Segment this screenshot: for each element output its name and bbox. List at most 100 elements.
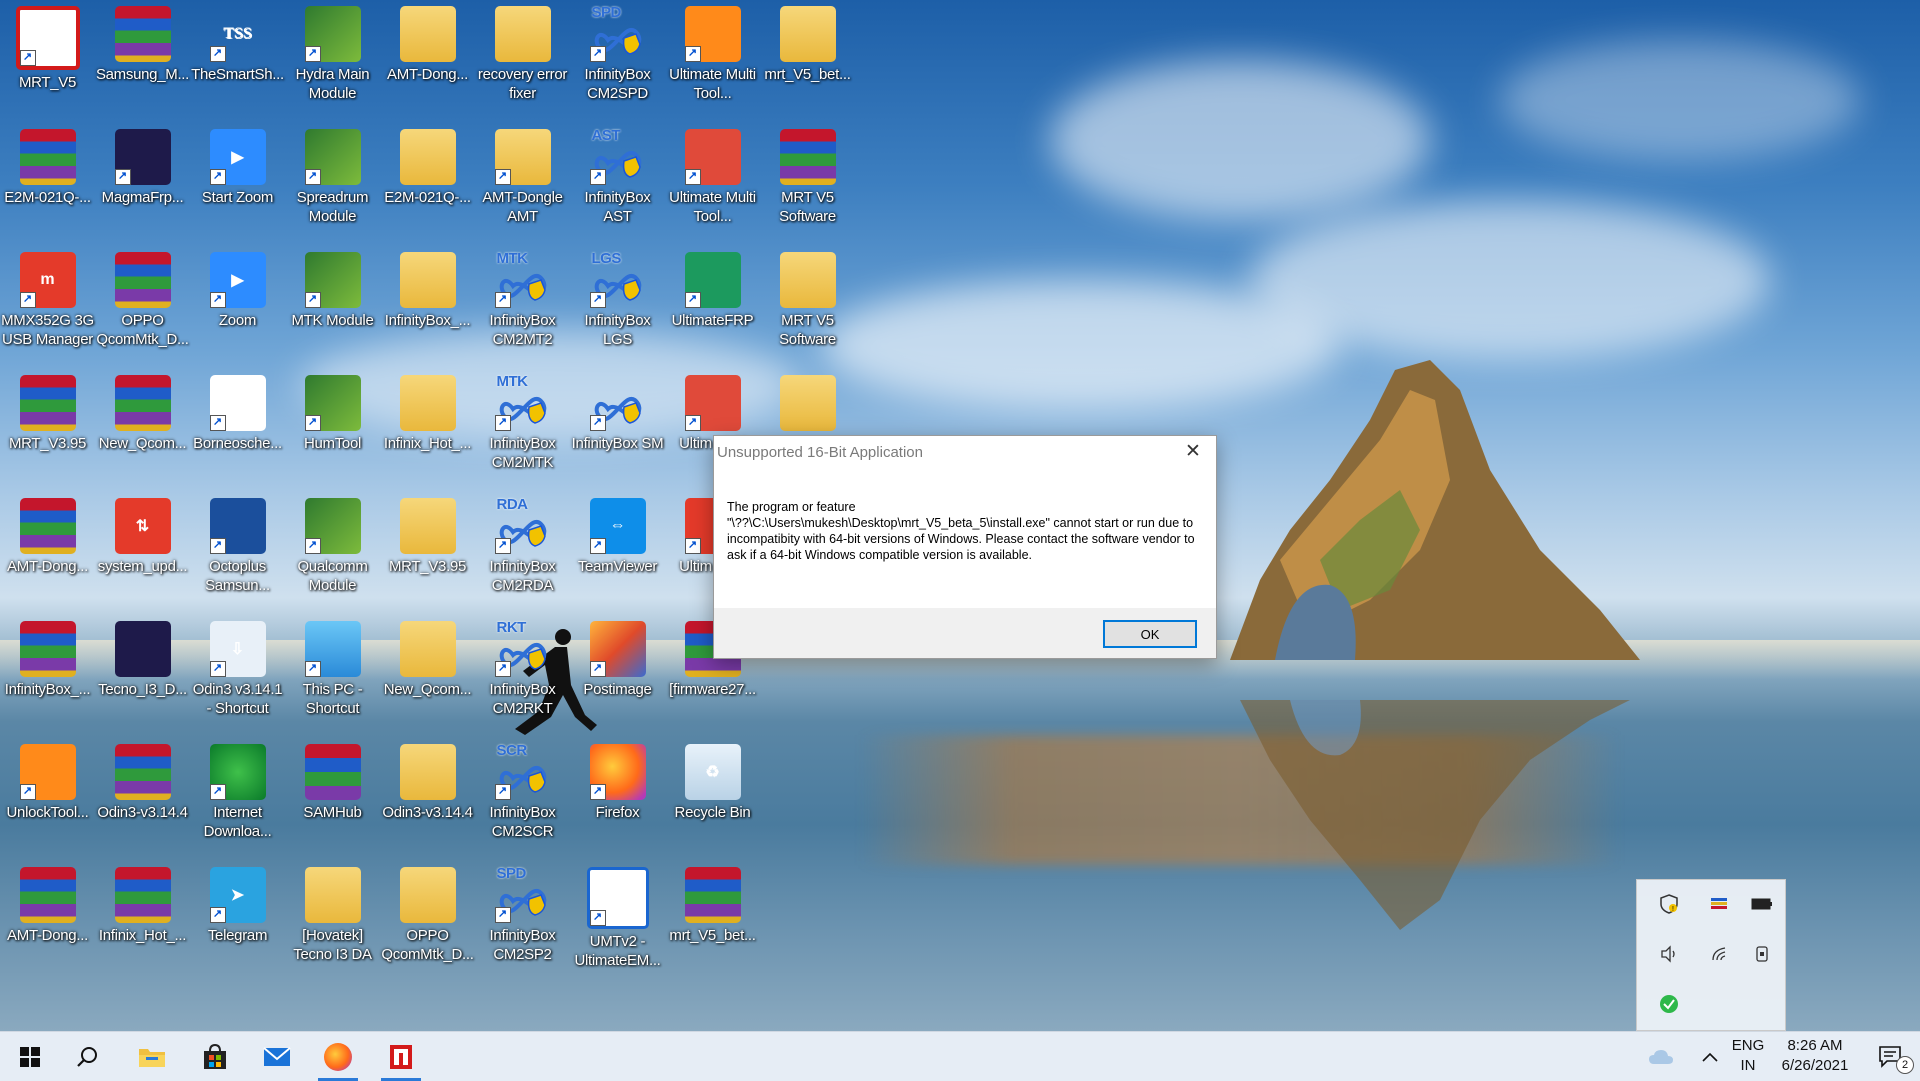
desktop-icon-infinitybox-folder[interactable]: InfinityBox_...: [380, 246, 475, 364]
language-indicator[interactable]: ENG IN: [1728, 1036, 1768, 1076]
desktop-icon-mrt-v395-1[interactable]: MRT_V3.95: [0, 369, 95, 487]
desktop-icon-infinix-hot-1[interactable]: Infinix_Hot_...: [380, 369, 475, 487]
desktop-icon-oppo-qcommtk-2[interactable]: OPPO QcomMtk_D...: [380, 861, 475, 979]
desktop-icon-new-qcom-1[interactable]: New_Qcom...: [95, 369, 190, 487]
desktop-icon-idm[interactable]: ↗ Internet Downloa...: [190, 738, 285, 856]
wifi-icon[interactable]: [1707, 942, 1731, 966]
search-button[interactable]: [58, 1032, 118, 1081]
rock-reflection: [1240, 700, 1630, 930]
desktop-icon-recovery-error[interactable]: recovery error fixer: [475, 0, 570, 118]
desktop-icon-amt-dong-2[interactable]: AMT-Dong...: [0, 492, 95, 610]
desktop-icon-amt-dongle-amt[interactable]: ↗ AMT-Dongle AMT: [475, 123, 570, 241]
desktop-icon-new-qcom-2[interactable]: New_Qcom...: [380, 615, 475, 733]
desktop-icon-e2m-021q-1[interactable]: E2M-021Q-...: [0, 123, 95, 241]
taskbar-firefox[interactable]: [308, 1032, 368, 1081]
ultimate-multi-2-icon: ↗: [684, 129, 741, 185]
green-check-icon[interactable]: [1657, 992, 1681, 1016]
desktop-icon-recycle-bin[interactable]: ♻ Recycle Bin: [665, 738, 760, 856]
folder-r3c8-icon: [779, 375, 836, 431]
desktop-icon-teamviewer[interactable]: ⇔ ↗ TeamViewer: [570, 492, 665, 610]
desktop-icon-ultimate-multi-2[interactable]: ↗ Ultimate Multi Tool...: [665, 123, 760, 241]
clock[interactable]: 8:26 AM 6/26/2021: [1770, 1036, 1860, 1076]
desktop-icon-infinitybox-cm2mtk[interactable]: MTK ↗ InfinityBox CM2MTK: [475, 369, 570, 487]
defender-warning-icon[interactable]: !: [1657, 892, 1681, 916]
desktop-icon-odin3-v3144-1[interactable]: Odin3-v3.14.4: [95, 738, 190, 856]
infinitybox-cm2mt2-icon: MTK ↗: [494, 250, 551, 308]
desktop-icon-mmx352g[interactable]: m ↗ MMX352G 3G USB Manager: [0, 246, 95, 364]
desktop-icon-infinitybox-cm2mt2[interactable]: MTK ↗ InfinityBox CM2MT2: [475, 246, 570, 364]
desktop-icon-ultimate-multi-1[interactable]: ↗ Ultimate Multi Tool...: [665, 0, 760, 118]
desktop-icon-e2m-021q-2[interactable]: E2M-021Q-...: [380, 123, 475, 241]
desktop-icon-mrt-v5-bet-1[interactable]: mrt_V5_bet...: [760, 0, 855, 118]
desktop-icon-mrt-v5-bet-2[interactable]: mrt_V5_bet...: [665, 861, 760, 979]
desktop-icon-label: mrt_V5_bet...: [669, 927, 756, 944]
desktop-icon-postimage[interactable]: ↗ Postimage: [570, 615, 665, 733]
taskbar-microsoft-store[interactable]: [185, 1032, 245, 1081]
desktop-icon-mrt-v5[interactable]: ⊓ ↗ MRT_V5: [0, 0, 95, 118]
desktop-icon-mrt-v5-software-1[interactable]: MRT V5 Software: [760, 123, 855, 241]
shortcut-arrow-icon: ↗: [684, 538, 701, 554]
dialog-titlebar[interactable]: Unsupported 16-Bit Application ✕: [714, 436, 1216, 470]
start-button[interactable]: [0, 1032, 60, 1081]
desktop-icon-label: MRT_V3.95: [8, 435, 87, 452]
desktop-icon-zoom[interactable]: ▶ ↗ Zoom: [190, 246, 285, 364]
desktop-icon-infinitybox-lgs[interactable]: LGS ↗ InfinityBox LGS: [570, 246, 665, 364]
desktop-icon-infinitybox-sm[interactable]: ↗ InfinityBox SM: [570, 369, 665, 487]
battery-icon[interactable]: [1750, 892, 1774, 916]
icon-glyph: ⇅: [135, 518, 150, 535]
desktop-icon-samsung-m[interactable]: Samsung_M...: [95, 0, 190, 118]
desktop-icon-firefox[interactable]: ↗ Firefox: [570, 738, 665, 856]
desktop-icon-humtool[interactable]: ↗ HumTool: [285, 369, 380, 487]
desktop-icon-mtk-module[interactable]: ↗ MTK Module: [285, 246, 380, 364]
desktop-icon-ultimatefrp[interactable]: ↗ UltimateFRP: [665, 246, 760, 364]
desktop-icon-amt-dong-1[interactable]: AMT-Dong...: [380, 0, 475, 118]
desktop-icon-oppo-qcommtk-1[interactable]: OPPO QcomMtk_D...: [95, 246, 190, 364]
desktop-icon-samhub[interactable]: SAMHub: [285, 738, 380, 856]
shortcut-arrow-icon: ↗: [589, 661, 606, 677]
dialog-close-button[interactable]: ✕: [1170, 436, 1216, 467]
desktop-icon-infinix-hot-2[interactable]: Infinix_Hot_...: [95, 861, 190, 979]
desktop-icon-infinitybox-2[interactable]: InfinityBox_...: [0, 615, 95, 733]
desktop-icon-odin3-v3144-2[interactable]: Odin3-v3.14.4: [380, 738, 475, 856]
show-hidden-icons-button[interactable]: [1688, 1032, 1732, 1081]
desktop-icon-infinitybox-cm2rda[interactable]: RDA ↗ InfinityBox CM2RDA: [475, 492, 570, 610]
desktop-icon-label: New_Qcom...: [383, 681, 472, 698]
desktop-icon-infinitybox-cm2sp2[interactable]: SPD ↗ InfinityBox CM2SP2: [475, 861, 570, 979]
onedrive-tray[interactable]: [1636, 1032, 1686, 1081]
action-center-button[interactable]: 2: [1862, 1032, 1920, 1081]
desktop-icon-hovatek-tecno[interactable]: [Hovatek] Tecno I3 DA: [285, 861, 380, 979]
desktop-icon-this-pc[interactable]: ↗ This PC - Shortcut: [285, 615, 380, 733]
desktop-icon-magmafrp[interactable]: ↗ MagmaFrp...: [95, 123, 190, 241]
desktop-icon-tecno-i3-d[interactable]: Tecno_I3_D...: [95, 615, 190, 733]
desktop-icon-thesmartsh[interactable]: TSS ↗ TheSmartSh...: [190, 0, 285, 118]
desktop-icon-system-upd[interactable]: ⇅ system_upd...: [95, 492, 190, 610]
desktop-icon-label: UnlockTool...: [6, 804, 89, 821]
color-flag-icon[interactable]: [1707, 892, 1731, 916]
desktop-icon-unlocktool[interactable]: ↗ UnlockTool...: [0, 738, 95, 856]
shortcut-arrow-icon: ↗: [114, 169, 131, 185]
taskbar-mail[interactable]: [247, 1032, 307, 1081]
desktop-icon-octoplus[interactable]: ↗ Octoplus Samsun...: [190, 492, 285, 610]
store-icon: [204, 1043, 226, 1069]
desktop-icon-mrt-v5-software-2[interactable]: MRT V5 Software: [760, 246, 855, 364]
volume-icon[interactable]: [1657, 942, 1681, 966]
desktop-icon-infinitybox-cm2spd[interactable]: SPD ↗ InfinityBox CM2SPD: [570, 0, 665, 118]
desktop-icon-infinitybox-ast[interactable]: AST ↗ InfinityBox AST: [570, 123, 665, 241]
desktop-icon-label: AMT-Dongle AMT: [482, 189, 563, 225]
phone-link-icon[interactable]: [1750, 942, 1774, 966]
ok-button[interactable]: OK: [1103, 620, 1197, 648]
desktop-icon-borneosche[interactable]: B ↗ Borneosche...: [190, 369, 285, 487]
desktop-icon-odin3-shortcut[interactable]: ⇩ ↗ Odin3 v3.14.1 - Shortcut: [190, 615, 285, 733]
desktop-icon-spreadrum[interactable]: ↗ Spreadrum Module: [285, 123, 380, 241]
desktop-icon-umtv2[interactable]: ↗ UMTv2 - UltimateEM...: [570, 861, 665, 979]
desktop-icon-infinitybox-cm2rkt[interactable]: RKT ↗ InfinityBox CM2RKT: [475, 615, 570, 733]
taskbar-mrt[interactable]: [371, 1032, 431, 1081]
desktop-icon-telegram[interactable]: ➤ ↗ Telegram: [190, 861, 285, 979]
desktop-icon-hydra-main[interactable]: ↗ Hydra Main Module: [285, 0, 380, 118]
desktop-icon-qualcomm-module[interactable]: ↗ Qualcomm Module: [285, 492, 380, 610]
taskbar-file-explorer[interactable]: [122, 1032, 182, 1081]
desktop-icon-infinitybox-cm2scr[interactable]: SCR ↗ InfinityBox CM2SCR: [475, 738, 570, 856]
desktop-icon-start-zoom[interactable]: ▶ ↗ Start Zoom: [190, 123, 285, 241]
desktop-icon-mrt-v395-2[interactable]: MRT_V3.95: [380, 492, 475, 610]
desktop-icon-amt-dong-3[interactable]: AMT-Dong...: [0, 861, 95, 979]
